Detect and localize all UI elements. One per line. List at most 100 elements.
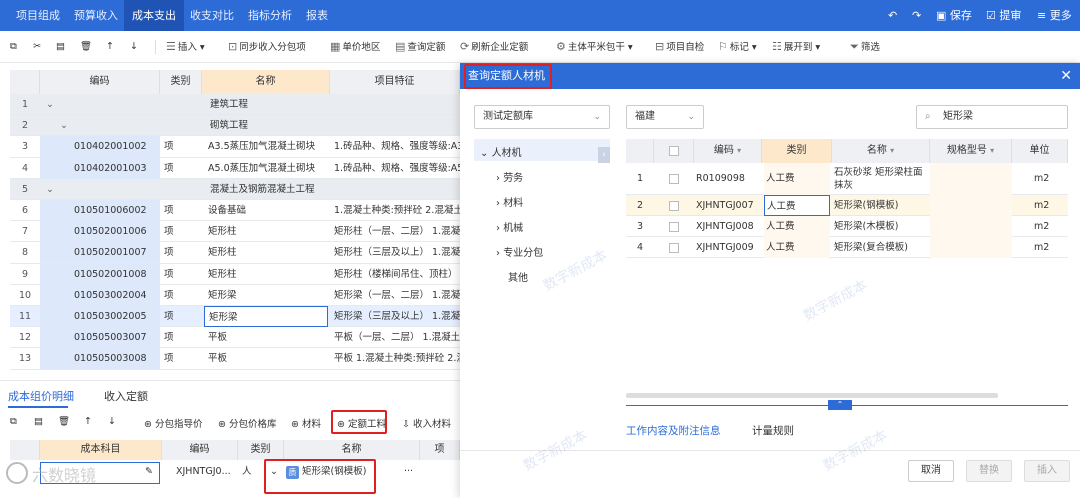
cell-name[interactable]: A3.5蒸压加气混凝土砌块	[204, 136, 328, 157]
cell-name[interactable]: 矩形柱	[204, 264, 328, 285]
tree-item-subcontract[interactable]: › 专业分包	[496, 244, 543, 259]
row-checkbox[interactable]	[669, 174, 679, 184]
table-row[interactable]: 4 XJHNTGJ009 人工费 矩形梁(复合模板) m2	[626, 237, 1068, 258]
chevron-down-icon[interactable]: ⌄	[60, 115, 74, 136]
region-select[interactable]: 福建 ⌄	[626, 105, 704, 129]
paste-icon[interactable]: ▤	[56, 39, 65, 55]
insert-button[interactable]: 插入	[1024, 460, 1070, 482]
cut-icon[interactable]: ✂	[33, 39, 41, 55]
chevron-down-icon[interactable]: ⌄	[46, 179, 60, 200]
filter-icon[interactable]: ▾	[890, 146, 894, 155]
row-checkbox[interactable]	[669, 242, 679, 253]
tab-cost-expense[interactable]: 成本支出	[124, 0, 184, 31]
replace-button[interactable]: 替换	[966, 460, 1012, 482]
table-row[interactable]: 12 010505003007 项 平板 平板（一层、二层） 1.混凝土种	[10, 327, 460, 349]
main-area-button[interactable]: ⚙ 主体平米包干 ▾	[556, 39, 633, 55]
cell-name[interactable]: 矩形梁	[204, 285, 328, 306]
table-row[interactable]: 13 010505003008 项 平板平板 1.混凝土种类:预拌砼 2.混凝	[10, 348, 460, 370]
copy-icon[interactable]: ⧉	[10, 416, 17, 427]
move-down-icon[interactable]: ↓	[108, 416, 116, 427]
cell-name[interactable]: 设备基础	[204, 200, 328, 221]
tree-item-labor[interactable]: › 劳务	[496, 169, 523, 184]
insert-button[interactable]: ☰ 插入 ▾	[166, 39, 205, 55]
subcontract-lib-button[interactable]: ⊛ 分包价格库	[218, 416, 277, 430]
tree-item-other[interactable]: 其他	[508, 269, 528, 284]
delete-icon[interactable]: 🗑	[58, 416, 70, 427]
tree-root[interactable]: ⌄ 人材机	[480, 144, 522, 159]
table-row[interactable]: 2 XJHNTGJ007 人工费 矩形梁(钢模板) m2	[626, 195, 1068, 216]
cell-name[interactable]: A5.0蒸压加气混凝土砌块	[204, 158, 328, 179]
move-up-icon[interactable]: ↑	[84, 416, 92, 427]
project-check-button[interactable]: ⊟ 项目自检	[655, 39, 704, 55]
table-row[interactable]: 11 010503002005 项 矩形梁 矩形梁（三层及以上） 1.混凝土	[10, 306, 460, 328]
unit-price-region-button[interactable]: ▦ 单价地区	[330, 39, 380, 55]
search-input[interactable]: ⌕ 矩形梁	[916, 105, 1068, 129]
library-select[interactable]: 测试定额库 ⌄	[474, 105, 610, 129]
cell-name[interactable]: 矩形柱	[204, 221, 328, 242]
tab-cost-detail[interactable]: 成本组价明细	[8, 388, 74, 404]
cancel-button[interactable]: 取消	[908, 460, 954, 482]
table-row[interactable]: 9 010502001008 项 矩形柱 矩形柱（楼梯间吊住、顶柱） 1	[10, 263, 460, 285]
mark-button[interactable]: ⚐ 标记 ▾	[718, 39, 757, 55]
table-row[interactable]: 1 R0109098 人工费 石灰砂浆 矩形梁柱面抹灰 m2	[626, 163, 1068, 195]
group-row[interactable]: 2 ⌄ 砌筑工程	[10, 115, 460, 137]
save-button[interactable]: ▣ 保存	[936, 0, 972, 31]
tab-income-compare[interactable]: 收支对比	[182, 0, 242, 31]
tab-income-quota[interactable]: 收入定额	[104, 388, 148, 404]
redo-icon[interactable]: ↷	[912, 0, 921, 31]
table-row[interactable]: 8 010502001007 项 矩形柱 矩形柱（三层及以上） 1.混凝土	[10, 242, 460, 264]
close-icon[interactable]: ✕	[1060, 63, 1072, 89]
move-down-icon[interactable]: ↓	[130, 39, 138, 55]
cell-name[interactable]: 平板	[204, 348, 328, 369]
select-all-checkbox[interactable]	[669, 146, 679, 156]
row-checkbox[interactable]	[669, 200, 679, 211]
filter-icon[interactable]: ▾	[737, 146, 741, 155]
tree-item-machinery[interactable]: › 机械	[496, 219, 523, 234]
table-row[interactable]: 3 010402001002 项 A3.5蒸压加气混凝土砌块 1.砖品种、规格、强度等级…	[10, 136, 460, 158]
cell-name[interactable]: 矩形梁	[204, 306, 328, 327]
row-checkbox[interactable]	[669, 221, 679, 232]
collapse-panel-icon[interactable]: ‹	[598, 147, 610, 163]
material-button[interactable]: ⊛ 材料	[291, 416, 321, 430]
submit-button[interactable]: ☑ 提审	[986, 0, 1021, 31]
tree-item-material[interactable]: › 材料	[496, 194, 523, 209]
expand-to-button[interactable]: ☷ 展开到 ▾	[772, 39, 820, 55]
cell-type[interactable]: 人工费	[764, 163, 830, 195]
refresh-quota-button[interactable]: ⟳ 刷新企业定额	[460, 39, 528, 55]
paste-icon[interactable]: ▤	[34, 416, 43, 427]
group-row[interactable]: 1 ⌄ 建筑工程	[10, 94, 460, 116]
sync-subcontract-button[interactable]: ⊡ 同步收入分包项	[228, 39, 306, 55]
filter-button[interactable]: ⏷ 筛选	[850, 39, 880, 55]
table-row[interactable]: 10 010503002004 项 矩形梁 矩形梁（一层、二层） 1.混凝土	[10, 284, 460, 306]
cell-type[interactable]: 人工费	[764, 195, 830, 216]
ellipsis-button[interactable]: ···	[404, 461, 413, 483]
table-row[interactable]: 7 010502001006 项 矩形柱 矩形柱（一层、二层） 1.混凝土	[10, 221, 460, 243]
edit-icon[interactable]: ✎	[145, 461, 153, 483]
measure-rule-link[interactable]: 计量规则	[752, 423, 794, 438]
work-content-link[interactable]: 工作内容及附注信息	[626, 423, 721, 438]
table-row[interactable]: 4 010402001003 项 A5.0蒸压加气混凝土砌块 1.砖品种、规格、强度等级…	[10, 157, 460, 179]
group-row[interactable]: 5 ⌄ 混凝土及钢筋混凝土工程	[10, 178, 460, 200]
table-row[interactable]: 6 010501006002 项 设备基础 1.混凝土种类:预拌砼 2.混凝土强	[10, 200, 460, 222]
filter-icon[interactable]: ▾	[990, 146, 994, 155]
more-button[interactable]: ≡ 更多	[1037, 0, 1072, 31]
cell-type[interactable]: 人工费	[764, 237, 830, 258]
chevron-up-icon[interactable]: ⌃	[828, 400, 852, 410]
tab-reports[interactable]: 报表	[298, 0, 336, 31]
subcontract-guide-button[interactable]: ⊛ 分包指导价	[144, 416, 203, 430]
tab-index-analysis[interactable]: 指标分析	[240, 0, 300, 31]
chevron-down-icon[interactable]: ⌄	[46, 94, 60, 115]
tab-budget-income[interactable]: 预算收入	[66, 0, 126, 31]
cell-name[interactable]: 平板	[204, 327, 328, 348]
cell-name[interactable]: 矩形柱	[204, 242, 328, 263]
cell-type[interactable]: 人工费	[764, 216, 830, 237]
move-up-icon[interactable]: ↑	[106, 39, 114, 55]
copy-icon[interactable]: ⧉	[10, 39, 17, 55]
delete-icon[interactable]: 🗑	[80, 39, 92, 55]
horizontal-scrollbar[interactable]	[626, 393, 998, 398]
query-quota-button[interactable]: ▤ 查询定额	[395, 39, 445, 55]
undo-icon[interactable]: ↶	[888, 0, 897, 31]
income-material-button[interactable]: ⇩ 收入材料	[402, 416, 451, 430]
tab-project-composition[interactable]: 项目组成	[8, 0, 68, 31]
table-row[interactable]: 3 XJHNTGJ008 人工费 矩形梁(木模板) m2	[626, 216, 1068, 237]
